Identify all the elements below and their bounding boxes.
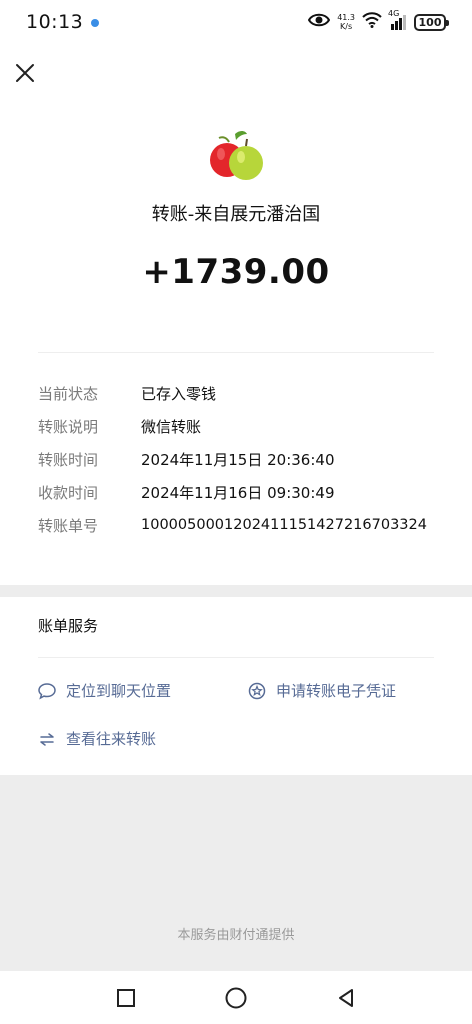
- battery-icon: 100: [414, 13, 449, 31]
- link-label: 申请转账电子凭证: [276, 682, 397, 700]
- status-bar: 10:13 41.3 K/s 4G 100: [0, 0, 472, 44]
- close-icon: [16, 64, 34, 82]
- section-separator: [0, 585, 472, 597]
- network-speed: 41.3 K/s: [337, 13, 355, 31]
- notification-dot-icon: [91, 19, 100, 27]
- status-left: 10:13: [26, 11, 100, 33]
- bill-services-title: 账单服务: [38, 617, 99, 635]
- divider: [38, 352, 434, 353]
- eye-icon: [308, 12, 331, 32]
- back-button[interactable]: [331, 983, 361, 1013]
- detail-label: 转账单号: [38, 516, 99, 535]
- detail-row-description: 转账说明 微信转账: [38, 414, 458, 438]
- chat-bubble-icon: [38, 682, 56, 700]
- detail-label: 收款时间: [38, 483, 99, 502]
- recent-apps-icon: [117, 988, 135, 1007]
- link-label: 定位到聊天位置: [66, 682, 172, 700]
- detail-label: 转账说明: [38, 417, 99, 436]
- home-icon: [225, 987, 247, 1008]
- view-transfers-link[interactable]: 查看往来转账: [38, 728, 156, 749]
- signal-icon: 4G: [388, 9, 407, 30]
- home-button[interactable]: [221, 983, 251, 1013]
- payment-amount: +1739.00: [142, 252, 330, 292]
- payer-avatar: [205, 128, 267, 190]
- detail-row-transfer-time: 转账时间 2024年11月15日 20:36:40: [38, 447, 458, 471]
- divider: [38, 657, 434, 658]
- detail-value: 2024年11月15日 20:36:40: [141, 450, 335, 469]
- status-right: 41.3 K/s 4G 100: [308, 9, 449, 32]
- detail-value: 2024年11月16日 09:30:49: [141, 483, 335, 502]
- system-nav-bar: [0, 971, 472, 1024]
- locate-chat-link[interactable]: 定位到聊天位置: [38, 680, 171, 701]
- detail-value[interactable]: 1000050001202411151427216703324: [141, 517, 427, 533]
- swap-arrows-icon: [38, 730, 56, 748]
- recent-apps-button[interactable]: [111, 983, 141, 1013]
- apply-voucher-link[interactable]: 申请转账电子凭证: [248, 680, 396, 701]
- network-type-label: 4G: [388, 9, 400, 18]
- detail-value: 微信转账: [141, 417, 202, 436]
- speed-unit: K/s: [340, 22, 353, 31]
- detail-row-receive-time: 收款时间 2024年11月16日 09:30:49: [38, 480, 458, 504]
- detail-row-transfer-number: 转账单号 1000050001202411151427216703324: [38, 513, 458, 537]
- detail-row-status: 当前状态 已存入零钱: [38, 381, 458, 405]
- detail-label: 转账时间: [38, 450, 99, 469]
- battery-level: 100: [418, 15, 442, 29]
- footer-note: 本服务由财付通提供: [177, 928, 295, 943]
- speed-value: 41.3: [337, 13, 355, 22]
- link-label: 查看往来转账: [66, 730, 157, 748]
- detail-label: 当前状态: [38, 384, 99, 403]
- detail-value: 已存入零钱: [141, 384, 217, 403]
- back-icon: [339, 988, 353, 1007]
- badge-star-icon: [248, 682, 266, 700]
- payment-title: 转账-来自展元潘治国: [151, 204, 321, 225]
- wifi-icon: [362, 12, 382, 32]
- close-button[interactable]: [12, 60, 38, 86]
- status-time: 10:13: [26, 11, 84, 33]
